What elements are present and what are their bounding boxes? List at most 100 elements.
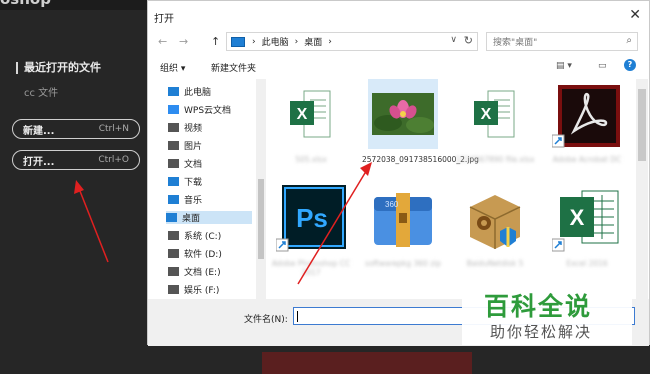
new-folder-button[interactable]: 新建文件夹 bbox=[211, 61, 256, 74]
app-title: oshop bbox=[0, 0, 51, 8]
computer-icon bbox=[231, 36, 245, 47]
recent-files-label[interactable]: 最近打开的文件 bbox=[16, 62, 101, 74]
drive-icon bbox=[168, 249, 179, 258]
search-input[interactable]: 搜索"桌面" ⌕ bbox=[486, 32, 638, 51]
sidebar-item-label: WPS云文档 bbox=[184, 106, 232, 116]
watermark-logo: 百科全说 助你轻松解决 bbox=[462, 283, 632, 345]
sidebar-scroll-thumb[interactable] bbox=[258, 179, 264, 259]
acrobat-icon bbox=[551, 79, 622, 149]
drive-icon bbox=[168, 285, 179, 294]
document-icon bbox=[168, 159, 179, 168]
excel-icon: X bbox=[551, 183, 622, 253]
sidebar-item-label: 音乐 bbox=[184, 196, 203, 206]
new-button-label: 新建... bbox=[23, 125, 55, 137]
sidebar-item-label: 此电脑 bbox=[184, 88, 212, 98]
watermark-subtitle: 助你轻松解决 bbox=[490, 323, 593, 341]
svg-text:Ps: Ps bbox=[296, 203, 328, 233]
up-arrow-icon[interactable]: ↑ bbox=[211, 35, 220, 48]
sidebar-item-label: 视频 bbox=[184, 124, 203, 134]
photoshop-icon: Ps bbox=[275, 183, 346, 253]
path-box[interactable]: › 此电脑 › 桌面 › ∨ ↻ bbox=[226, 32, 478, 51]
sidebar-item[interactable]: 软件 (D:) bbox=[168, 247, 222, 260]
svg-text:X: X bbox=[481, 106, 492, 123]
preview-pane-icon[interactable]: ▭ bbox=[598, 61, 607, 71]
dialog-title: 打开 bbox=[154, 14, 174, 25]
organize-menu[interactable]: 组织 ▾ bbox=[160, 61, 185, 74]
video-icon bbox=[168, 123, 179, 132]
sidebar-item[interactable]: 文档 bbox=[168, 157, 202, 170]
address-bar: ← → ↑ › 此电脑 › 桌面 › ∨ ↻ 搜索"桌面" ⌕ bbox=[148, 31, 649, 53]
drive-icon bbox=[168, 267, 179, 276]
sidebar-item-label: 娱乐 (F:) bbox=[184, 286, 220, 296]
new-button[interactable]: 新建... Ctrl+N bbox=[12, 119, 140, 139]
sidebar-item[interactable]: 视频 bbox=[168, 121, 202, 134]
sidebar-item[interactable]: 系统 (C:) bbox=[168, 229, 221, 242]
search-placeholder: 搜索"桌面" bbox=[493, 38, 538, 48]
open-button-label: 打开... bbox=[23, 156, 55, 168]
file-caption: 2572038_091738516000_2.jpg bbox=[362, 155, 479, 164]
close-icon[interactable]: ✕ bbox=[629, 7, 641, 23]
file-list: X 505.xlsx 2572038_091738516000_2.jpg X … bbox=[270, 79, 642, 299]
drive-icon bbox=[168, 231, 179, 240]
photoshop-bottom-strip bbox=[262, 352, 472, 374]
music-icon bbox=[168, 195, 179, 204]
text-caret bbox=[297, 311, 298, 322]
sidebar-item[interactable]: 文档 (E:) bbox=[168, 265, 221, 278]
download-icon bbox=[168, 177, 179, 186]
cloud-icon bbox=[168, 105, 179, 114]
sidebar-item-label: 文档 bbox=[184, 160, 203, 170]
breadcrumb-sep-icon: › bbox=[252, 36, 256, 47]
cc-files-label[interactable]: cc 文件 bbox=[24, 84, 58, 99]
file-caption: softwarepkg 360 zip bbox=[365, 259, 441, 268]
breadcrumb-sep-icon: › bbox=[294, 36, 299, 47]
toolbar: 组织 ▾ 新建文件夹 ▤ ▾ ▭ ? bbox=[148, 57, 649, 77]
sidebar-item[interactable]: 此电脑 bbox=[168, 85, 211, 98]
forward-arrow-icon[interactable]: → bbox=[179, 35, 188, 48]
breadcrumb-desktop[interactable]: 桌面 bbox=[304, 35, 322, 48]
sidebar-item-label: 软件 (D:) bbox=[184, 250, 222, 260]
computer-icon bbox=[168, 87, 179, 96]
open-shortcut: Ctrl+O bbox=[98, 155, 129, 165]
sidebar-item[interactable]: 下载 bbox=[168, 175, 202, 188]
sidebar-item-label: 桌面 bbox=[182, 214, 201, 224]
breadcrumb-sep-icon: › bbox=[328, 36, 332, 47]
svg-text:X: X bbox=[570, 205, 585, 230]
sidebar-item[interactable]: 桌面 bbox=[166, 211, 252, 224]
file-caption: Adobe Photoshop CC 2017 bbox=[271, 259, 351, 277]
sidebar-item[interactable]: WPS云文档 bbox=[168, 103, 231, 116]
image-thumb-icon bbox=[368, 79, 438, 149]
sidebar-item-label: 图片 bbox=[184, 142, 203, 152]
package-icon bbox=[460, 183, 530, 253]
file-caption: 505.xlsx bbox=[295, 155, 327, 164]
file-list-scroll-thumb[interactable] bbox=[638, 89, 646, 161]
desktop-icon bbox=[166, 213, 177, 222]
open-button[interactable]: 打开... Ctrl+O bbox=[12, 150, 140, 170]
refresh-icon[interactable]: ↻ bbox=[464, 34, 473, 47]
watermark-title: 百科全说 bbox=[484, 292, 593, 321]
archive-icon: 360 bbox=[368, 183, 438, 253]
excel-icon: X bbox=[276, 79, 346, 149]
sidebar-item[interactable]: 娱乐 (F:) bbox=[168, 283, 219, 296]
new-shortcut: Ctrl+N bbox=[98, 124, 129, 134]
file-caption: BaiduNetdisk 5 bbox=[466, 259, 524, 268]
sidebar-item-label: 下载 bbox=[184, 178, 203, 188]
dialog-titlebar: 打开 ✕ bbox=[148, 1, 649, 31]
search-icon[interactable]: ⌕ bbox=[626, 35, 632, 46]
help-icon[interactable]: ? bbox=[624, 59, 636, 71]
excel-icon: X bbox=[460, 79, 530, 149]
file-caption: 1234567890 file.xlsx bbox=[455, 155, 535, 164]
picture-icon bbox=[168, 141, 179, 150]
navigation-pane: 此电脑 WPS云文档 视频图片文档下载音乐桌面系统 (C:) 软件 (D:) 文档 (E… bbox=[148, 79, 266, 299]
svg-text:360: 360 bbox=[385, 200, 399, 209]
chevron-down-icon[interactable]: ∨ bbox=[450, 35, 457, 45]
sidebar-item[interactable]: 音乐 bbox=[168, 193, 202, 206]
sidebar-item-label: 系统 (C:) bbox=[184, 232, 222, 242]
sidebar-item[interactable]: 图片 bbox=[168, 139, 202, 152]
back-arrow-icon[interactable]: ← bbox=[158, 35, 167, 48]
svg-text:X: X bbox=[297, 106, 308, 123]
file-caption: Excel 2016 bbox=[566, 259, 608, 268]
filename-label: 文件名(N): bbox=[244, 315, 288, 325]
sidebar-item-label: 文档 (E:) bbox=[184, 268, 221, 278]
view-options-icon[interactable]: ▤ ▾ bbox=[556, 61, 572, 71]
breadcrumb-this-pc[interactable]: 此电脑 bbox=[262, 35, 289, 48]
